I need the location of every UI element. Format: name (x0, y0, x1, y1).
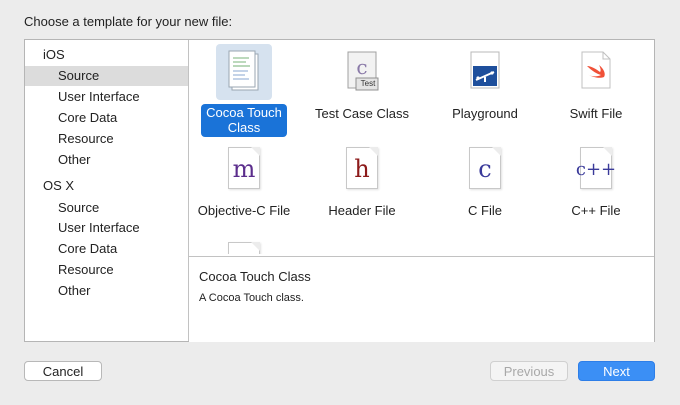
template-test-case-class[interactable]: c Test Test Case Class (307, 44, 417, 121)
previous-button[interactable]: Previous (490, 361, 568, 381)
sidebar-item-osx-core-data[interactable]: Core Data (25, 239, 188, 259)
template-cocoa-touch-class[interactable]: Cocoa Touch Class (189, 44, 299, 137)
template-swift-file[interactable]: Swift File (541, 44, 651, 121)
sidebar-item-ios-core-data[interactable]: Core Data (25, 108, 188, 128)
header-file-icon: h (334, 141, 390, 197)
template-label: Test Case Class (315, 106, 409, 121)
template-playground[interactable]: Playground (430, 44, 540, 121)
section-title-osx: OS X (43, 178, 75, 193)
sidebar-item-osx-resource[interactable]: Resource (25, 260, 188, 280)
sidebar-item-ios-other[interactable]: Other (25, 150, 188, 170)
objc-glyph: m (232, 155, 256, 183)
template-label: Swift File (569, 106, 623, 121)
header-glyph: h (354, 155, 370, 183)
cpp-file-icon: c++ (568, 141, 624, 197)
template-label: Playground (452, 106, 518, 121)
c-glyph: c (478, 155, 492, 183)
objective-c-file-icon: m (216, 141, 272, 197)
sidebar-item-osx-other[interactable]: Other (25, 281, 188, 301)
template-label: C++ File (571, 203, 621, 218)
sidebar-item-ios-source[interactable]: Source (25, 66, 188, 86)
swift-file-icon (568, 44, 624, 100)
file-page (228, 242, 260, 254)
description-text: A Cocoa Touch class. (199, 292, 304, 304)
test-badge: Test (360, 79, 376, 88)
dialog-prompt: Choose a template for your new file: (24, 14, 233, 29)
template-description: Cocoa Touch Class A Cocoa Touch class. (189, 256, 654, 342)
template-panel: iOS Source User Interface Core Data Reso… (24, 39, 655, 342)
next-button[interactable]: Next (578, 361, 655, 381)
sidebar-item-osx-user-interface[interactable]: User Interface (25, 218, 188, 238)
file-icon (216, 236, 272, 254)
template-cpp-file[interactable]: c++ C++ File (541, 141, 651, 218)
sidebar-item-osx-source[interactable]: Source (25, 198, 188, 218)
cocoa-touch-class-icon (216, 44, 272, 100)
section-title-ios: iOS (43, 47, 65, 62)
template-label: Header File (328, 203, 396, 218)
template-partial-row-item[interactable] (189, 236, 299, 254)
c-file-icon: c (457, 141, 513, 197)
sidebar-item-ios-user-interface[interactable]: User Interface (25, 87, 188, 107)
template-label: C File (468, 203, 502, 218)
playground-icon (457, 44, 513, 100)
template-grid: Cocoa Touch Class c Test Test Case Class (189, 40, 654, 254)
description-title: Cocoa Touch Class (199, 269, 311, 284)
template-header-file[interactable]: h Header File (307, 141, 417, 218)
svg-text:c: c (356, 55, 367, 79)
platform-sidebar: iOS Source User Interface Core Data Reso… (25, 40, 189, 341)
cancel-button[interactable]: Cancel (24, 361, 102, 381)
test-case-class-icon: c Test (334, 44, 390, 100)
template-label: Objective-C File (197, 203, 291, 218)
template-c-file[interactable]: c C File (430, 141, 540, 218)
template-objective-c-file[interactable]: m Objective-C File (189, 141, 299, 218)
template-label: Cocoa Touch Class (201, 104, 287, 137)
sidebar-item-ios-resource[interactable]: Resource (25, 129, 188, 149)
cpp-glyph: c++ (575, 159, 617, 180)
